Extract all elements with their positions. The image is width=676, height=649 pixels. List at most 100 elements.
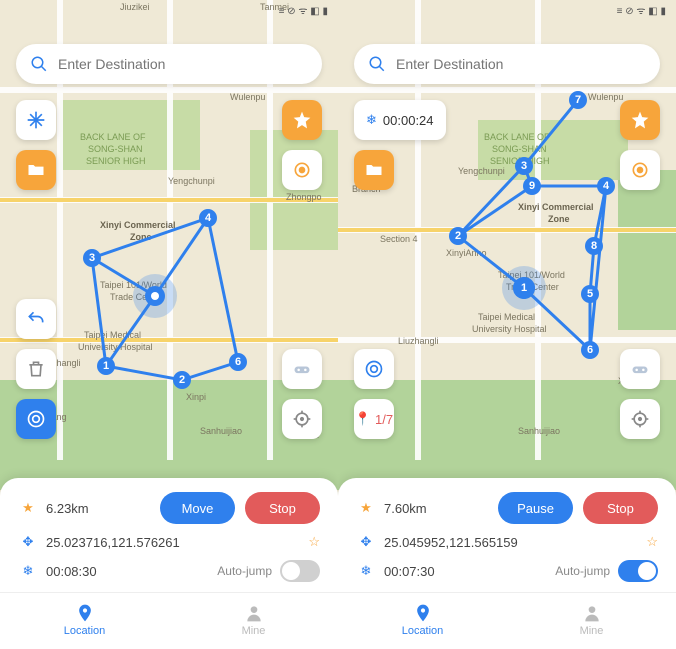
target-button[interactable]	[620, 150, 660, 190]
snowflake-icon: ❄	[366, 112, 377, 128]
cooldown-value: 00:00:24	[383, 113, 434, 128]
stop-counter[interactable]: 📍 1/7	[354, 399, 394, 439]
coords-value: 25.023716,121.576261	[46, 535, 308, 550]
routes-button[interactable]	[16, 150, 56, 190]
crosshair-icon	[292, 409, 312, 429]
nav-location[interactable]: Location	[338, 599, 507, 643]
favorite-button[interactable]	[282, 100, 322, 140]
search-input[interactable]	[58, 56, 308, 72]
target-icon	[630, 160, 650, 180]
recenter-button[interactable]	[16, 399, 56, 439]
nav-mine[interactable]: Mine	[507, 599, 676, 643]
svg-text:3: 3	[521, 160, 527, 172]
svg-text:Taipei Medical: Taipei Medical	[84, 330, 141, 340]
snowflake-icon: ❄	[356, 563, 376, 579]
routes-button[interactable]	[354, 150, 394, 190]
status-icons: ≡ ⊘ ᯤ ◧ ▮	[279, 3, 328, 17]
svg-text:Zhongpo: Zhongpo	[286, 192, 322, 202]
search-bar[interactable]	[16, 44, 322, 84]
autojump-toggle[interactable]	[280, 560, 320, 582]
gamepad-icon	[292, 359, 312, 379]
svg-text:5: 5	[587, 288, 593, 300]
svg-text:Xinpi: Xinpi	[186, 392, 206, 402]
svg-text:Wulenpu: Wulenpu	[230, 92, 265, 102]
phone-right: ≡ ⊘ ᯤ ◧ ▮ Songshan District Wulenpu Yeng…	[338, 0, 676, 649]
nav-mine-label: Mine	[242, 625, 266, 637]
status-bar: ≡ ⊘ ᯤ ◧ ▮	[338, 0, 676, 20]
svg-text:SONG-SHAN: SONG-SHAN	[88, 144, 143, 154]
toolbar-left-top: ❄ 00:00:24	[354, 100, 446, 190]
locate-button[interactable]	[620, 399, 660, 439]
undo-button[interactable]	[16, 299, 56, 339]
favorite-button[interactable]	[620, 100, 660, 140]
svg-text:Yengchunpi: Yengchunpi	[458, 166, 505, 176]
cooldown-button[interactable]	[16, 100, 56, 140]
star-icon: ★	[356, 500, 376, 516]
svg-text:7: 7	[575, 94, 581, 106]
svg-text:Yengchunpi: Yengchunpi	[168, 176, 215, 186]
cooldown-timer[interactable]: ❄ 00:00:24	[354, 100, 446, 140]
locate-button[interactable]	[282, 399, 322, 439]
autojump-label: Auto-jump	[555, 564, 610, 578]
stop-button[interactable]: Stop	[583, 492, 658, 524]
recenter-button[interactable]	[354, 349, 394, 389]
pin-icon: 📍	[355, 411, 371, 427]
search-bar[interactable]	[354, 44, 660, 84]
svg-text:2: 2	[455, 230, 461, 242]
svg-text:Wulenpu: Wulenpu	[588, 92, 623, 102]
phone-left: ≡ ⊘ ᯤ ◧ ▮ JiuzikeiTanmei	[0, 0, 338, 649]
coords-value: 25.045952,121.565159	[384, 535, 646, 550]
svg-text:Taipei Medical: Taipei Medical	[478, 312, 535, 322]
svg-text:2: 2	[179, 374, 185, 386]
status-bar: ≡ ⊘ ᯤ ◧ ▮	[0, 0, 338, 20]
target-button[interactable]	[282, 150, 322, 190]
autojump-toggle[interactable]	[618, 560, 658, 582]
fav-coord-button[interactable]: ☆	[308, 534, 320, 550]
svg-text:8: 8	[591, 240, 597, 252]
snowflake-icon	[26, 110, 46, 130]
svg-text:9: 9	[529, 180, 535, 192]
stop-button[interactable]: Stop	[245, 492, 320, 524]
nav-mine[interactable]: Mine	[169, 599, 338, 643]
distance-value: 6.23km	[46, 501, 160, 516]
compass-icon	[364, 359, 384, 379]
toolbar-left-bottom: 📍 1/7	[354, 349, 394, 439]
svg-text:BACK LANE OF: BACK LANE OF	[484, 132, 550, 142]
info-panel: ★ 7.60km Pause Stop ✥ 25.045952,121.5651…	[338, 478, 676, 649]
toolbar-left-bottom	[16, 299, 56, 439]
search-icon	[30, 55, 48, 73]
undo-icon	[26, 309, 46, 329]
move-button[interactable]: Move	[160, 492, 235, 524]
pause-button[interactable]: Pause	[498, 492, 573, 524]
crosshair-icon	[630, 409, 650, 429]
coord-icon: ✥	[356, 534, 376, 550]
user-icon	[582, 603, 602, 623]
svg-text:Zone: Zone	[548, 214, 570, 224]
svg-text:6: 6	[587, 344, 593, 356]
search-input[interactable]	[396, 56, 646, 72]
star-icon	[292, 110, 312, 130]
joystick-button[interactable]	[282, 349, 322, 389]
distance-value: 7.60km	[384, 501, 498, 516]
status-icons: ≡ ⊘ ᯤ ◧ ▮	[617, 3, 666, 17]
delete-button[interactable]	[16, 349, 56, 389]
compass-icon	[26, 409, 46, 429]
gamepad-icon	[630, 359, 650, 379]
svg-text:University Hospital: University Hospital	[472, 324, 547, 334]
fav-coord-button[interactable]: ☆	[646, 534, 658, 550]
svg-text:4: 4	[603, 180, 610, 192]
folder-icon	[364, 160, 384, 180]
toolbar-left-top	[16, 100, 56, 190]
nav-mine-label: Mine	[580, 625, 604, 637]
svg-text:1: 1	[521, 282, 527, 294]
svg-text:4: 4	[205, 212, 212, 224]
nav-location-label: Location	[64, 625, 106, 637]
joystick-button[interactable]	[620, 349, 660, 389]
jumptime-value: 00:07:30	[384, 564, 555, 579]
user-icon	[244, 603, 264, 623]
autojump-label: Auto-jump	[217, 564, 272, 578]
toolbar-right-top	[620, 100, 660, 190]
toolbar-right-bottom	[620, 349, 660, 439]
nav-location[interactable]: Location	[0, 599, 169, 643]
jumptime-value: 00:08:30	[46, 564, 217, 579]
